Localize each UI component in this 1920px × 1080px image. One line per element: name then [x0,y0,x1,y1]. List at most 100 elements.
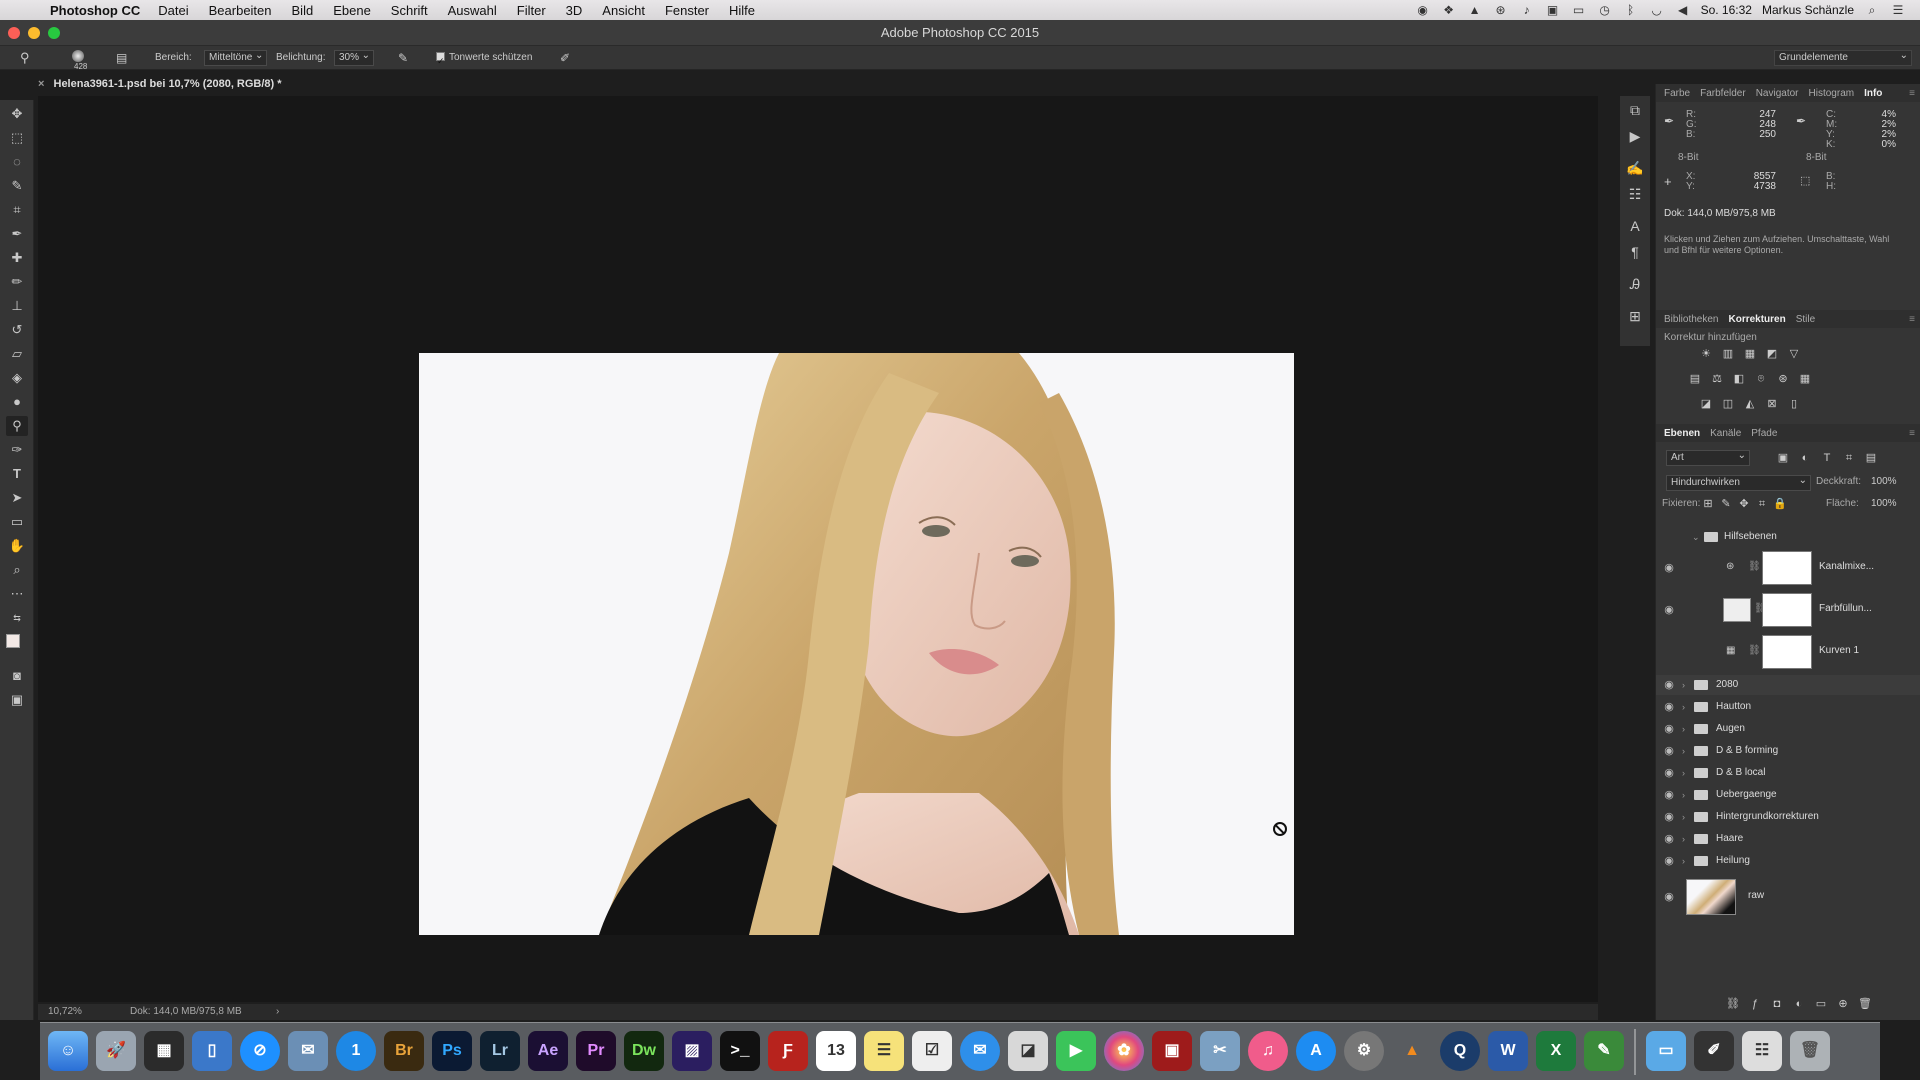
excel-icon[interactable]: X [1536,1031,1576,1071]
record-icon[interactable]: ◉ [1415,3,1431,17]
photobooth-icon[interactable]: ▣ [1152,1031,1192,1071]
layer-group[interactable]: ◉ › Hintergrundkorrekturen [1656,807,1920,827]
history-panel-icon[interactable]: ⧉ [1625,100,1645,120]
dodge-tool-icon[interactable]: ⚲ [6,416,28,436]
safari-icon[interactable]: ⊘ [240,1031,280,1071]
premiere-app[interactable]: Pr [576,1031,616,1071]
status-doc-size[interactable]: Dok: 144,0 MB/975,8 MB [130,1004,242,1020]
bridge-app[interactable]: Br [384,1031,424,1071]
photos-icon[interactable]: ✿ [1104,1031,1144,1071]
tab-histogram[interactable]: Histogram [1809,88,1855,99]
tab-farbe[interactable]: Farbe [1664,88,1690,99]
filezilla-icon[interactable]: Ƒ [768,1031,808,1071]
filter-smart-object-icon[interactable]: ▤ [1864,452,1878,464]
quick-selection-tool-icon[interactable]: ✎ [6,176,28,196]
visibility-eye-icon[interactable]: ◉ [1662,807,1676,827]
tab-pfade[interactable]: Pfade [1751,428,1777,439]
opacity-value[interactable]: 100% [1871,476,1897,487]
marquee-tool-icon[interactable]: ⬚ [6,128,28,148]
facetime-icon[interactable]: ▶ [1056,1031,1096,1071]
menu-bearbeiten[interactable]: Bearbeiten [209,3,272,18]
tab-bibliotheken[interactable]: Bibliotheken [1664,314,1718,325]
1password-icon[interactable]: 1 [336,1031,376,1071]
vlc-icon[interactable]: ▲ [1392,1031,1432,1071]
notification-center-icon[interactable]: ☰ [1890,3,1906,17]
adjustment-layer[interactable]: ◉ ⊛ ⛓ Kanalmixe... [1656,548,1920,588]
fill-value[interactable]: 100% [1871,498,1897,509]
document-tab[interactable]: × Helena3961-1.psd bei 10,7% (2080, RGB/… [38,76,282,92]
type-tool-icon[interactable]: T [6,464,28,484]
spotlight-icon[interactable]: ⌕ [1864,3,1880,17]
swap-colors-icon[interactable]: ⇆ [6,608,28,628]
posterize-icon[interactable]: ◫ [1721,398,1735,410]
filter-adjustment-icon[interactable]: ◐ [1798,452,1812,464]
panel-menu-icon[interactable]: ≡ [1909,314,1915,325]
system-preferences-icon[interactable]: ⚙ [1344,1031,1384,1071]
brush-tool-icon[interactable]: ✏ [6,272,28,292]
utility-app-icon[interactable]: ✂ [1200,1031,1240,1071]
range-select[interactable]: Mitteltöne [200,46,268,70]
zoom-level[interactable]: 10,72% [48,1004,82,1020]
calendar-icon[interactable]: 13 [816,1031,856,1071]
visibility-eye-icon[interactable]: ◉ [1662,603,1676,616]
display-icon[interactable]: ▣ [1545,3,1561,17]
expand-arrow-icon[interactable]: › [1682,697,1685,717]
panel-menu-icon[interactable]: ≡ [1909,428,1915,439]
foreground-color-swatch[interactable] [6,634,20,648]
visibility-eye-icon[interactable]: ◉ [1662,829,1676,849]
color-lookup-icon[interactable]: ▦ [1798,373,1812,385]
expand-arrow-icon[interactable]: › [1682,807,1685,827]
expand-arrow-icon[interactable]: › [1682,741,1685,761]
sync-icon[interactable]: ⊛ [1493,3,1509,17]
eyedropper-sample-icon[interactable]: ✒ [1664,114,1674,128]
menu-filter[interactable]: Filter [517,3,546,18]
link-icon[interactable]: ⛓ [1748,645,1761,656]
notes-icon[interactable]: ☰ [864,1031,904,1071]
blur-tool-icon[interactable]: ● [6,392,28,412]
layer-style-icon[interactable]: ƒ [1748,998,1762,1010]
expand-arrow-icon[interactable]: › [1682,719,1685,739]
pressure-size-icon[interactable]: ✐ [560,46,570,70]
tab-stile[interactable]: Stile [1796,314,1815,325]
finder-icon[interactable]: ☺ [48,1031,88,1071]
airplay-icon[interactable]: ▭ [1571,3,1587,17]
eyedropper-sample-2-icon[interactable]: ✒ [1796,114,1806,128]
expand-arrow-icon[interactable]: › [1682,851,1685,871]
image-app-icon[interactable]: ▨ [672,1031,712,1071]
properties-panel-icon[interactable]: ☷ [1625,184,1645,204]
visibility-eye-icon[interactable]: ◉ [1662,719,1676,739]
lock-transparency-icon[interactable]: ⊞ [1701,498,1715,510]
levels-icon[interactable]: ▥ [1721,348,1735,360]
expand-arrow-icon[interactable]: › [1682,829,1685,849]
tab-kanaele[interactable]: Kanäle [1710,428,1741,439]
after-effects-app[interactable]: Ae [528,1031,568,1071]
close-tab-icon[interactable]: × [38,78,44,90]
glyphs-panel-icon[interactable]: Ꭿ [1625,274,1645,294]
lock-pixels-icon[interactable]: ✎ [1719,498,1733,510]
color-balance-icon[interactable]: ⚖ [1710,373,1724,385]
brushes-folder-icon[interactable]: ✐ [1694,1031,1734,1071]
protect-tones-checkbox[interactable]: Tonwerte schützen [436,46,532,73]
rectangle-tool-icon[interactable]: ▭ [6,512,28,532]
clone-stamp-tool-icon[interactable]: ⊥ [6,296,28,316]
time-machine-icon[interactable]: ◷ [1597,3,1613,17]
menu-auswahl[interactable]: Auswahl [448,3,497,18]
layer-raw[interactable]: ◉ raw [1656,877,1920,917]
itunes-icon[interactable]: ♫ [1248,1031,1288,1071]
mission-control-icon[interactable]: ▦ [144,1031,184,1071]
paint-bucket-tool-icon[interactable]: ◈ [6,368,28,388]
layer-group[interactable]: ◉ › Hautton [1656,697,1920,717]
word-icon[interactable]: W [1488,1031,1528,1071]
visibility-eye-icon[interactable]: ◉ [1662,785,1676,805]
healing-brush-tool-icon[interactable]: ✚ [6,248,28,268]
terminal-icon[interactable]: >_ [720,1031,760,1071]
brushes-panel-icon[interactable]: ✍ [1625,158,1645,178]
gradient-map-icon[interactable]: ▯ [1787,398,1801,410]
expand-arrow-icon[interactable]: › [1682,675,1685,695]
dropbox-icon[interactable]: ❖ [1441,3,1457,17]
panel-menu-icon[interactable]: ≡ [1909,88,1915,99]
screen-mode-icon[interactable]: ▣ [6,690,28,710]
add-mask-icon[interactable]: ◘ [1770,998,1784,1010]
trash-icon[interactable]: 🗑 [1790,1031,1830,1071]
new-adjustment-icon[interactable]: ◐ [1792,998,1806,1010]
